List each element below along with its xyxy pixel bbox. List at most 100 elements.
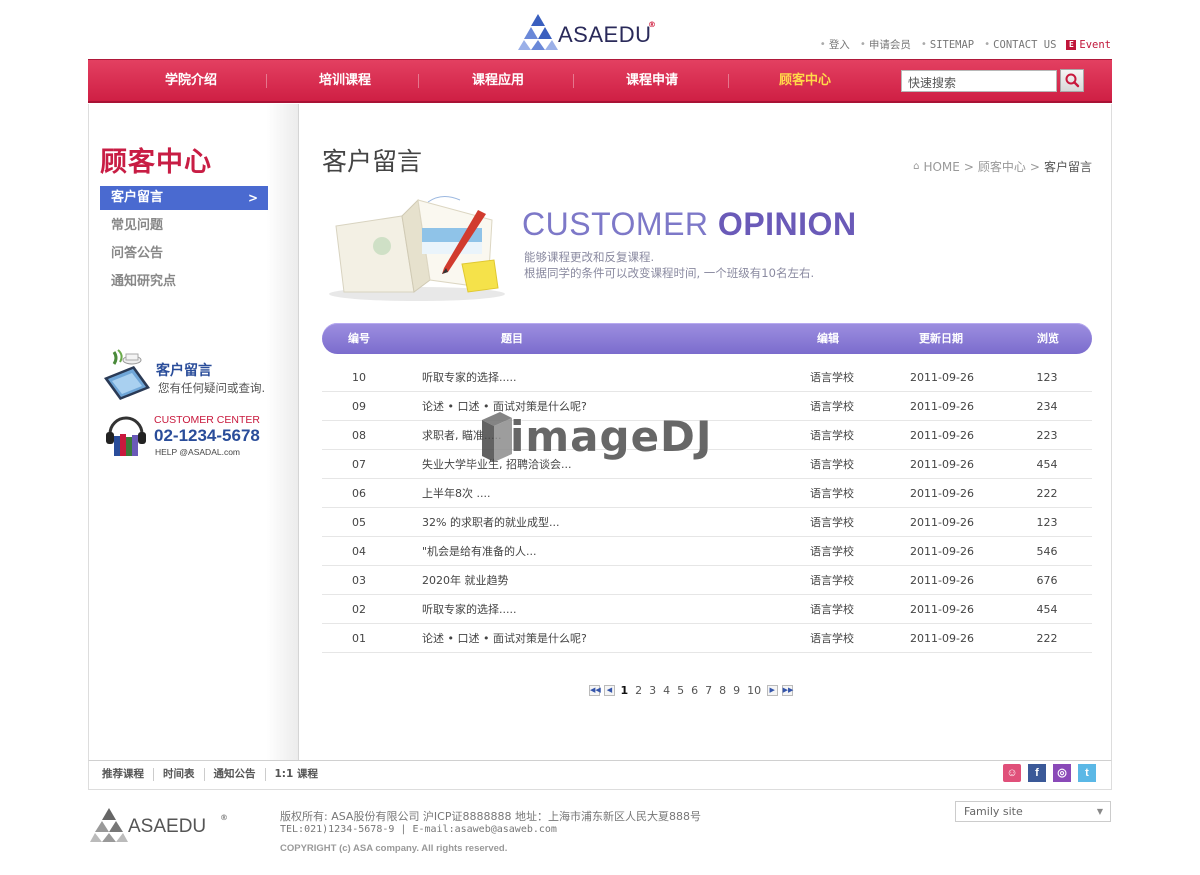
cell-date: 2011-09-26 (910, 487, 974, 500)
cell-views: 123 (1036, 371, 1058, 384)
site-logo[interactable]: ASAEDU ® (518, 12, 658, 52)
sidebar-item-faq[interactable]: 常见问题 (100, 214, 268, 242)
table-row[interactable]: 05 32% 的求职者的就业成型... 语言学校 2011-09-26 123 (322, 508, 1092, 537)
cell-author: 语言学校 (810, 487, 854, 500)
cell-num: 02 (352, 603, 366, 616)
page-link[interactable]: 6 (688, 684, 702, 697)
page-link[interactable]: 8 (716, 684, 730, 697)
first-page-icon[interactable]: ◀◀ (589, 685, 601, 696)
event-icon: E (1066, 39, 1077, 50)
table-row[interactable]: 04 "机会是给有准备的人... 语言学校 2011-09-26 546 (322, 537, 1092, 566)
social-links: ☺ f ◎ t (1003, 764, 1096, 782)
logo-text: ASAEDU (558, 22, 652, 47)
page-link[interactable]: 4 (660, 684, 674, 697)
table-row[interactable]: 01 论述 • 口述 • 面试对策是什么呢? 语言学校 2011-09-26 2… (322, 624, 1092, 653)
cell-num: 01 (352, 632, 366, 645)
table-row[interactable]: 10 听取专家的选择..... 语言学校 2011-09-26 123 (322, 363, 1092, 392)
nav-separator (573, 74, 574, 88)
footer-logo-text: ASAEDU (128, 816, 207, 837)
page-link[interactable]: 10 (744, 684, 765, 697)
banner-title: 客户留言 (156, 363, 212, 379)
cell-date: 2011-09-26 (910, 603, 974, 616)
search-button[interactable] (1060, 69, 1084, 92)
nav-item-customer-center[interactable]: 顾客中心 (728, 60, 882, 102)
cell-date: 2011-09-26 (910, 429, 974, 442)
nav-item-applications[interactable]: 课程应用 (421, 60, 575, 102)
event-link[interactable]: E Event (1066, 37, 1111, 52)
sidebar-item-customer-message[interactable]: 客户留言 > (100, 186, 268, 210)
next-page-icon[interactable]: ▶ (766, 685, 778, 696)
customer-center-banner[interactable]: CUSTOMER CENTER 02-1234-5678 HELP @ASADA… (104, 412, 284, 462)
page-link-current[interactable]: 1 (617, 684, 632, 697)
customer-message-banner[interactable]: 客户留言 您有任何疑问或查询. (100, 348, 280, 404)
customer-center-label: CUSTOMER CENTER (154, 414, 260, 426)
footer-contact-info: TEL:021)1234-5678-9 | E-mail:asaweb@asaw… (280, 824, 557, 835)
blog-icon[interactable]: ◎ (1053, 764, 1071, 782)
page-link[interactable]: 9 (730, 684, 744, 697)
contact-link[interactable]: • CONTACT US (984, 37, 1056, 52)
footer-link-recommended[interactable]: 推荐课程 (102, 768, 153, 781)
cell-title[interactable]: 论述 • 口述 • 面试对策是什么呢? (422, 624, 587, 653)
register-link[interactable]: • 申请会员 (860, 37, 911, 52)
footer-logo[interactable]: ASAEDU ® (90, 804, 230, 844)
cell-title[interactable]: 听取专家的选择..... (422, 595, 516, 624)
cell-title[interactable]: "机会是给有准备的人... (422, 537, 537, 566)
cell-num: 10 (352, 371, 366, 384)
table-row[interactable]: 02 听取专家的选择..... 语言学校 2011-09-26 454 (322, 595, 1092, 624)
facebook-icon[interactable]: f (1028, 764, 1046, 782)
table-row[interactable]: 03 2020年 就业趋势 语言学校 2011-09-26 676 (322, 566, 1092, 595)
last-page-icon[interactable]: ▶▶ (781, 685, 793, 696)
table-row[interactable]: 06 上半年8次 .... 语言学校 2011-09-26 222 (322, 479, 1092, 508)
breadcrumb-home[interactable]: HOME (923, 160, 959, 174)
cell-title[interactable]: 上半年8次 .... (422, 479, 490, 508)
watermark: imageDJ (478, 410, 712, 466)
cell-title[interactable]: 32% 的求职者的就业成型... (422, 508, 559, 537)
page-link[interactable]: 3 (646, 684, 660, 697)
cell-author: 语言学校 (810, 574, 854, 587)
search-input[interactable]: 快速搜索 (901, 70, 1057, 92)
cell-title[interactable]: 听取专家的选择..... (422, 363, 516, 392)
page-link[interactable]: 7 (702, 684, 716, 697)
cell-num: 05 (352, 516, 366, 529)
col-header-num: 编号 (348, 332, 370, 345)
cell-title[interactable]: 2020年 就业趋势 (422, 566, 509, 595)
breadcrumb-section[interactable]: 顾客中心 (978, 158, 1026, 175)
twitter-icon[interactable]: t (1078, 764, 1096, 782)
headphones-books-icon (106, 416, 146, 456)
cell-author: 语言学校 (810, 371, 854, 384)
nav-separator (418, 74, 419, 88)
page-title: 客户留言 (322, 147, 423, 176)
kakao-icon[interactable]: ☺ (1003, 764, 1021, 782)
nav-item-courses[interactable]: 培训课程 (268, 60, 422, 102)
pagination: ◀◀ ◀ 1 2 3 4 5 6 7 8 9 10 ▶ ▶▶ (587, 684, 795, 697)
page-link[interactable]: 5 (674, 684, 688, 697)
footer-company-info: 版权所有: ASA股份有限公司 沪ICP证8888888 地址：上海市浦东新区人… (280, 810, 701, 823)
breadcrumb: ⌂ HOME > 顾客中心 > 客户留言 (913, 158, 1092, 175)
chevron-right-icon: > (1029, 159, 1040, 174)
footer-link-notice[interactable]: 通知公告 (203, 768, 265, 781)
col-header-views: 浏览 (1037, 332, 1059, 345)
prev-page-icon[interactable]: ◀ (604, 685, 615, 696)
family-site-label: Family site (964, 805, 1023, 818)
sidebar-item-qa-notice[interactable]: 问答公告 (100, 242, 268, 270)
hero-title: CUSTOMER OPINION (522, 206, 857, 242)
cell-date: 2011-09-26 (910, 400, 974, 413)
footer-link-one-on-one[interactable]: 1:1 课程 (264, 768, 327, 781)
cell-num: 06 (352, 487, 366, 500)
cell-views: 222 (1036, 632, 1058, 645)
cell-num: 09 (352, 400, 366, 413)
sidebar-item-research-notice[interactable]: 通知研究点 (100, 270, 268, 298)
family-site-select[interactable]: Family site ▼ (955, 801, 1111, 822)
nav-item-enroll[interactable]: 课程申请 (575, 60, 729, 102)
main-nav: 学院介绍 培训课程 课程应用 课程申请 顾客中心 快速搜索 (88, 59, 1112, 103)
message-table: 10 听取专家的选择..... 语言学校 2011-09-26 123 09 论… (322, 363, 1092, 653)
sitemap-link[interactable]: • SITEMAP (921, 37, 974, 52)
cell-author: 语言学校 (810, 400, 854, 413)
top-links: • 登入 • 申请会员 • SITEMAP • CONTACT US E Event (820, 37, 1111, 52)
login-link[interactable]: • 登入 (820, 37, 850, 52)
chevron-right-icon: > (963, 159, 974, 174)
customer-center-help: HELP @ASADAL.com (155, 447, 241, 457)
page-link[interactable]: 2 (632, 684, 646, 697)
nav-item-about[interactable]: 学院介绍 (114, 60, 268, 102)
footer-link-schedule[interactable]: 时间表 (153, 768, 204, 781)
